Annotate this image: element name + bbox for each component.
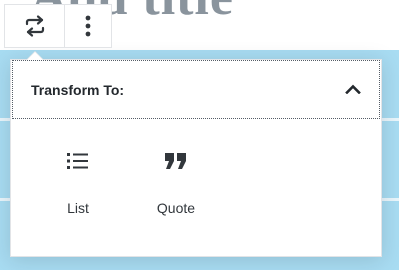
list-icon — [66, 144, 90, 178]
transform-arrows-icon — [23, 14, 47, 38]
chevron-up-icon — [345, 81, 361, 99]
block-switcher-popover: Transform To: List Quote — [10, 59, 382, 257]
transform-panel-toggle[interactable]: Transform To: — [12, 60, 380, 119]
block-type-label: List — [67, 200, 89, 216]
vertical-ellipsis-icon — [85, 15, 91, 37]
transform-panel-title: Transform To: — [31, 81, 125, 98]
block-type-label: Quote — [156, 200, 196, 216]
transform-to-list-button[interactable]: List — [35, 142, 121, 222]
block-switcher-button[interactable] — [5, 5, 65, 47]
block-type-list: List Quote — [35, 142, 231, 222]
popover-arrow-fill — [27, 52, 43, 60]
quote-icon — [163, 144, 189, 178]
block-toolbar — [4, 4, 112, 48]
transform-to-quote-button[interactable]: Quote — [121, 142, 231, 222]
more-options-button[interactable] — [65, 5, 111, 47]
